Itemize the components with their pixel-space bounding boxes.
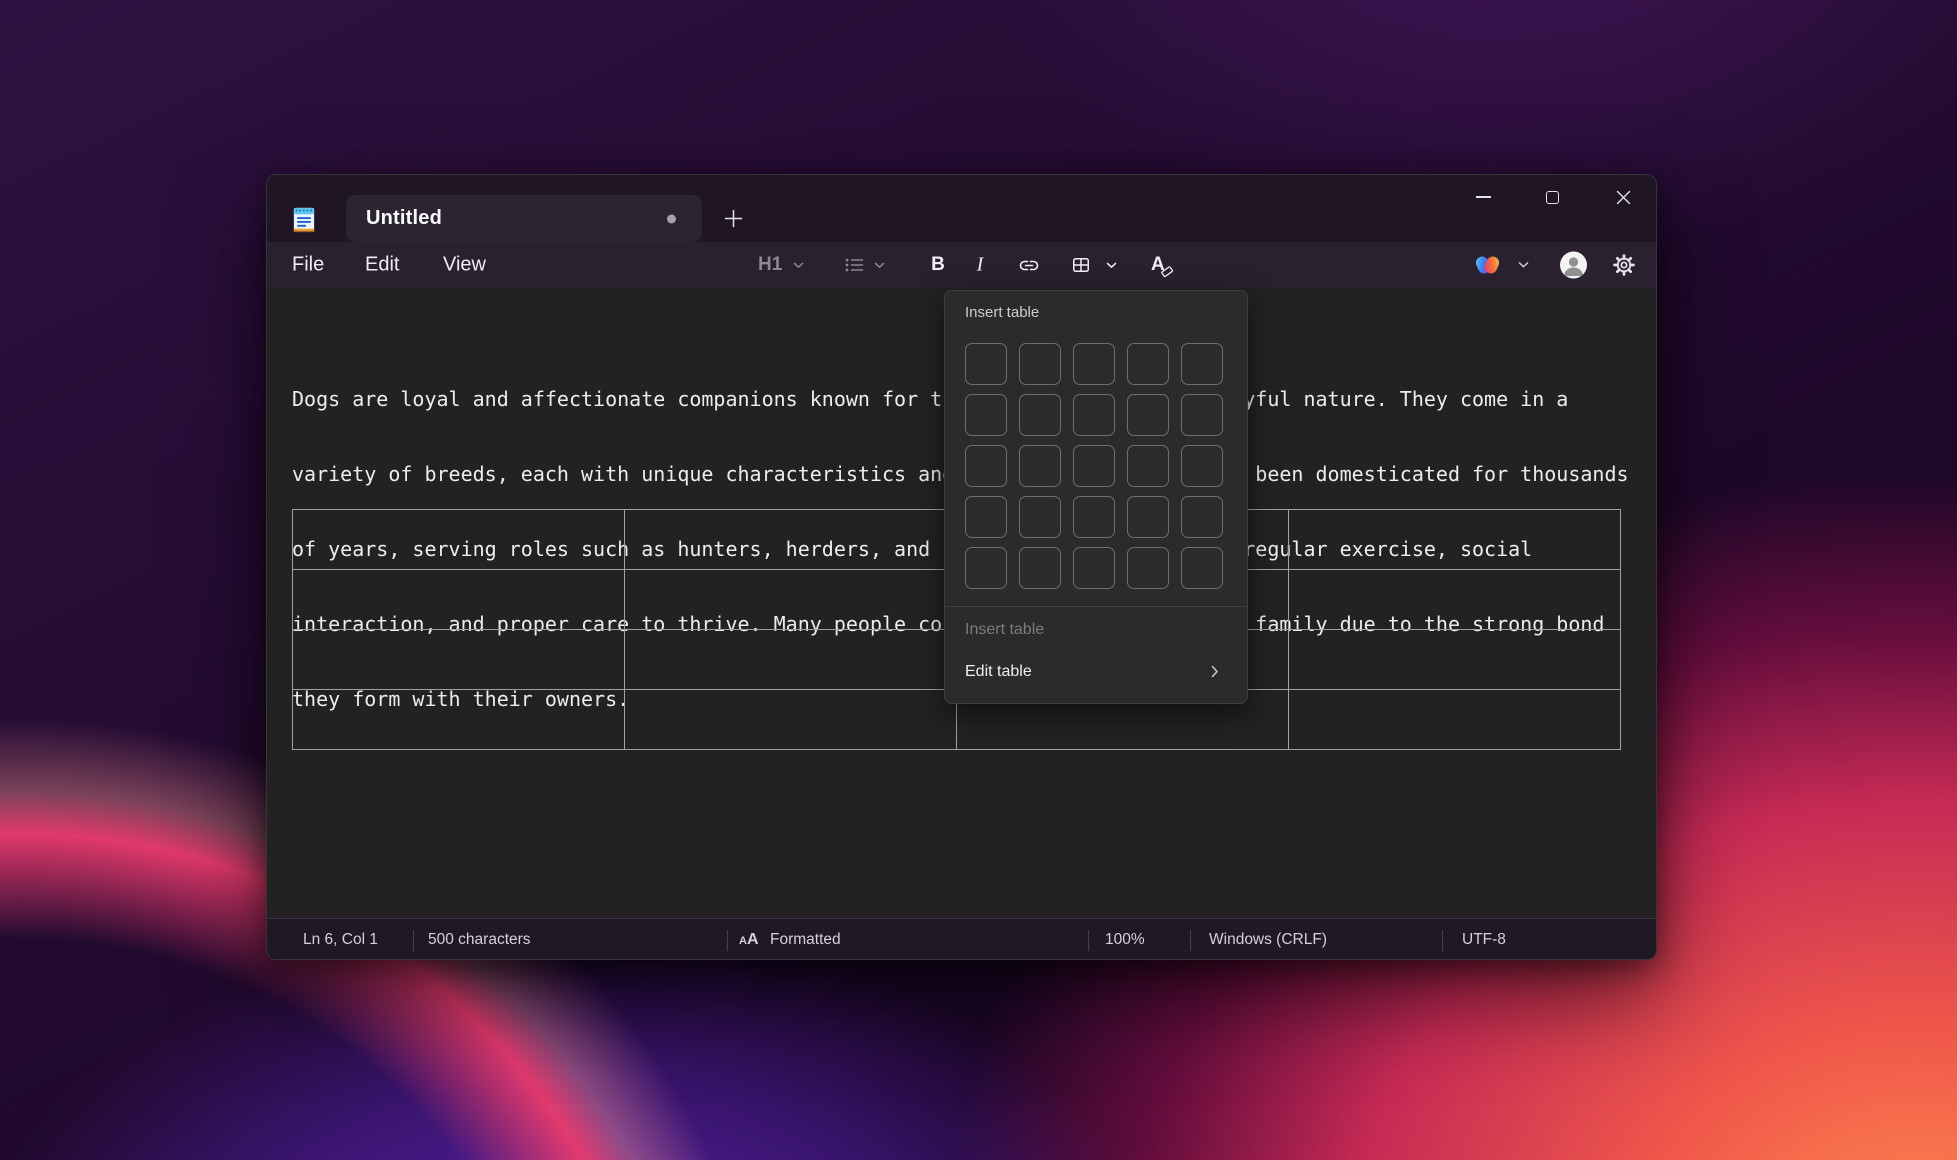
copilot-button[interactable] bbox=[1475, 253, 1529, 278]
table-cell[interactable] bbox=[1289, 570, 1621, 630]
table-cell[interactable] bbox=[1289, 630, 1621, 690]
table-size-cell[interactable] bbox=[1127, 496, 1169, 538]
table-size-cell[interactable] bbox=[1127, 547, 1169, 589]
maximize-icon bbox=[1546, 191, 1559, 204]
minimize-button[interactable] bbox=[1460, 175, 1506, 219]
table-size-cell[interactable] bbox=[1127, 343, 1169, 385]
menu-file[interactable]: File bbox=[292, 254, 324, 277]
table-size-cell[interactable] bbox=[965, 394, 1007, 436]
notepad-window: Untitled File Edit View H1 bbox=[266, 174, 1657, 960]
view-mode: Formatted bbox=[770, 931, 841, 949]
cursor-position: Ln 6, Col 1 bbox=[303, 931, 378, 949]
title-bar: Untitled bbox=[267, 175, 1656, 242]
new-tab-button[interactable] bbox=[712, 197, 754, 239]
settings-button[interactable] bbox=[1612, 253, 1636, 277]
status-divider bbox=[1190, 930, 1191, 951]
clear-formatting-button[interactable]: A bbox=[1151, 254, 1165, 276]
table-cell[interactable] bbox=[293, 690, 625, 750]
table-cell[interactable] bbox=[293, 570, 625, 630]
minimize-icon bbox=[1476, 196, 1491, 198]
table-cell[interactable] bbox=[1289, 510, 1621, 570]
table-size-cell[interactable] bbox=[965, 343, 1007, 385]
status-divider bbox=[1088, 930, 1089, 951]
plus-icon bbox=[724, 209, 743, 228]
double-a-icon: AA bbox=[739, 931, 759, 949]
close-icon bbox=[1616, 190, 1631, 205]
insert-table-item: Insert table bbox=[965, 621, 1044, 639]
table-size-cell[interactable] bbox=[1073, 394, 1115, 436]
menu-view[interactable]: View bbox=[443, 254, 486, 277]
line-endings: Windows (CRLF) bbox=[1209, 931, 1327, 949]
table-size-cell[interactable] bbox=[1181, 394, 1223, 436]
eraser-icon bbox=[1160, 265, 1174, 278]
table-size-cell[interactable] bbox=[965, 445, 1007, 487]
close-button[interactable] bbox=[1600, 175, 1646, 219]
table-cell[interactable] bbox=[625, 690, 957, 750]
table-cell[interactable] bbox=[625, 510, 957, 570]
table-size-cell[interactable] bbox=[1073, 547, 1115, 589]
flyout-separator bbox=[945, 606, 1247, 607]
tab-title: Untitled bbox=[366, 207, 442, 230]
heading-style-label: H1 bbox=[758, 254, 782, 276]
chevron-down-icon bbox=[793, 262, 804, 269]
table-size-cell[interactable] bbox=[1019, 496, 1061, 538]
menu-edit[interactable]: Edit bbox=[365, 254, 399, 277]
table-size-cell[interactable] bbox=[1073, 445, 1115, 487]
table-size-cell[interactable] bbox=[1019, 445, 1061, 487]
status-bar: Ln 6, Col 1 500 characters AA Formatted … bbox=[267, 918, 1656, 960]
table-size-cell[interactable] bbox=[1073, 343, 1115, 385]
table-size-cell[interactable] bbox=[1019, 394, 1061, 436]
table-size-cell[interactable] bbox=[1127, 394, 1169, 436]
heading-style-button[interactable]: H1 bbox=[758, 254, 804, 276]
link-icon bbox=[1018, 254, 1040, 276]
maximize-button[interactable] bbox=[1529, 175, 1575, 219]
table-cell[interactable] bbox=[625, 630, 957, 690]
character-count: 500 characters bbox=[428, 931, 531, 949]
table-size-cell[interactable] bbox=[1073, 496, 1115, 538]
copilot-icon bbox=[1475, 253, 1500, 278]
person-circle-icon bbox=[1560, 252, 1587, 279]
table-cell[interactable] bbox=[293, 510, 625, 570]
tab-untitled[interactable]: Untitled bbox=[346, 195, 702, 242]
encoding: UTF-8 bbox=[1462, 931, 1506, 949]
account-button[interactable] bbox=[1560, 252, 1587, 279]
table-size-cell[interactable] bbox=[1127, 445, 1169, 487]
gear-icon bbox=[1612, 253, 1636, 277]
table-size-cell[interactable] bbox=[1019, 547, 1061, 589]
unsaved-indicator-icon bbox=[667, 214, 676, 223]
chevron-down-icon bbox=[1106, 262, 1117, 269]
zoom-level: 100% bbox=[1105, 931, 1145, 949]
bullet-list-icon bbox=[844, 255, 865, 275]
insert-table-flyout: Insert table Insert table Edit table bbox=[944, 290, 1248, 704]
table-size-cell[interactable] bbox=[1181, 547, 1223, 589]
italic-button[interactable]: I bbox=[977, 254, 984, 277]
notepad-app-icon bbox=[292, 206, 316, 234]
list-button[interactable] bbox=[844, 255, 885, 275]
table-cell[interactable] bbox=[1289, 690, 1621, 750]
chevron-down-icon bbox=[1518, 262, 1529, 269]
table-button[interactable] bbox=[1071, 255, 1117, 275]
chevron-down-icon bbox=[874, 262, 885, 269]
table-size-cell[interactable] bbox=[965, 496, 1007, 538]
table-cell[interactable] bbox=[625, 570, 957, 630]
edit-table-item[interactable]: Edit table bbox=[965, 663, 1032, 681]
bold-button[interactable]: B bbox=[931, 254, 945, 276]
link-button[interactable] bbox=[1018, 254, 1040, 276]
table-cell[interactable] bbox=[293, 630, 625, 690]
table-size-cell[interactable] bbox=[1019, 343, 1061, 385]
status-divider bbox=[1442, 930, 1443, 951]
toolbar: File Edit View H1 B bbox=[267, 242, 1656, 288]
flyout-header: Insert table bbox=[965, 304, 1039, 321]
status-divider bbox=[727, 930, 728, 951]
chevron-right-icon bbox=[1211, 665, 1219, 678]
table-size-cell[interactable] bbox=[1181, 343, 1223, 385]
table-icon bbox=[1071, 255, 1091, 275]
table-size-cell[interactable] bbox=[1181, 496, 1223, 538]
table-size-grid bbox=[965, 343, 1223, 589]
status-divider bbox=[413, 930, 414, 951]
table-size-cell[interactable] bbox=[965, 547, 1007, 589]
table-size-cell[interactable] bbox=[1181, 445, 1223, 487]
